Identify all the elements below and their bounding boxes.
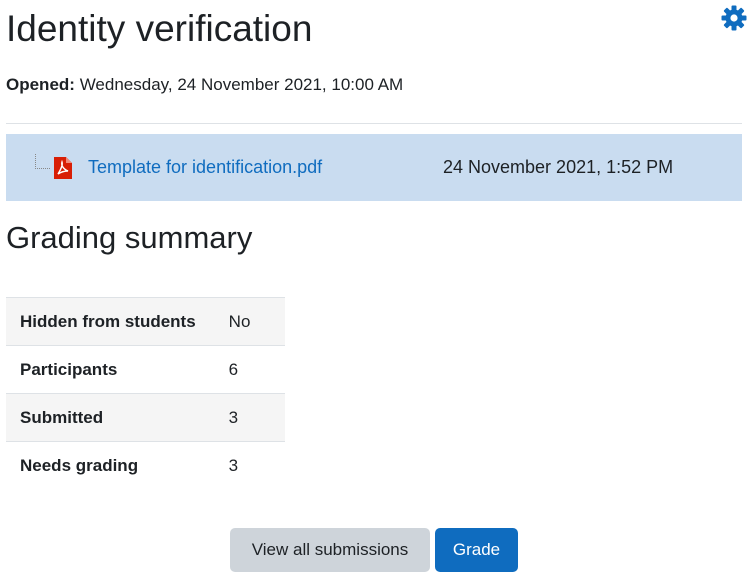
table-row: Participants 6 [6, 345, 285, 394]
tree-connector [35, 154, 50, 169]
grade-button[interactable]: Grade [435, 528, 518, 572]
grading-summary-title: Grading summary [6, 220, 253, 255]
row-label: Submitted [20, 407, 104, 427]
opened-label: Opened: [6, 75, 75, 94]
row-label: Hidden from students [20, 311, 196, 331]
opened-value: Wednesday, 24 November 2021, 10:00 AM [79, 75, 404, 94]
row-value: 6 [228, 359, 239, 379]
attachment-date: 24 November 2021, 1:52 PM [443, 157, 674, 177]
attachment-link[interactable]: Template for identification.pdf [88, 156, 322, 178]
table-row: Needs grading 3 [6, 441, 285, 490]
gear-icon[interactable] [720, 4, 748, 32]
opened-date: Opened: Wednesday, 24 November 2021, 10:… [6, 74, 403, 96]
page-title: Identity verification [6, 8, 313, 49]
row-value: No [228, 311, 251, 331]
attachment-row: Template for identification.pdf 24 Novem… [6, 134, 742, 201]
row-label: Needs grading [20, 455, 139, 475]
row-value: 3 [228, 455, 239, 475]
view-all-submissions-button[interactable]: View all submissions [230, 528, 430, 572]
table-row: Submitted 3 [6, 393, 285, 442]
row-value: 3 [228, 407, 239, 427]
row-label: Participants [20, 359, 118, 379]
table-row: Hidden from students No [6, 297, 285, 346]
pdf-icon [52, 156, 74, 180]
divider [6, 123, 742, 124]
grading-summary-table: Hidden from students No Participants 6 S… [6, 297, 285, 490]
